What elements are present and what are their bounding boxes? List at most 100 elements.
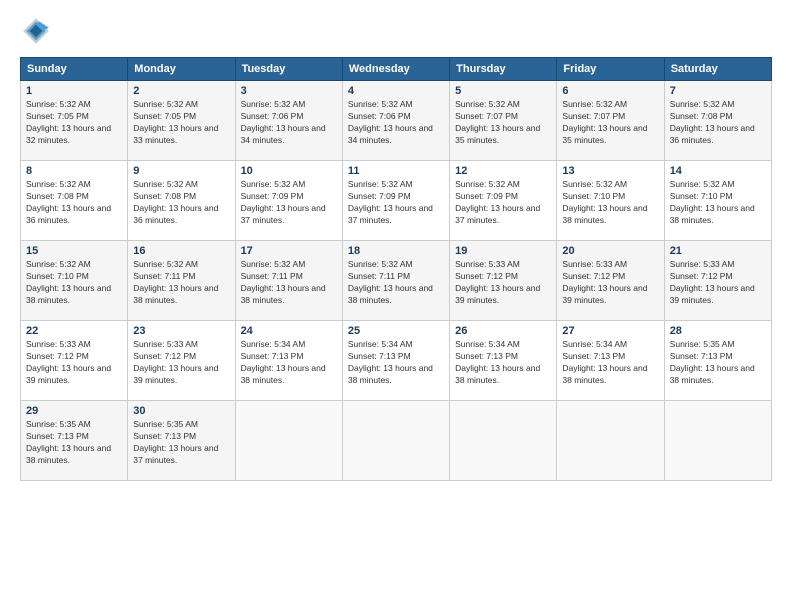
day-info: Sunrise: 5:34 AM Sunset: 7:13 PM Dayligh… (455, 339, 551, 387)
calendar-day-cell: 15 Sunrise: 5:32 AM Sunset: 7:10 PM Dayl… (21, 241, 128, 321)
day-number: 23 (133, 325, 229, 337)
calendar-header-row: SundayMondayTuesdayWednesdayThursdayFrid… (21, 58, 772, 81)
day-number: 15 (26, 245, 122, 257)
day-info: Sunrise: 5:34 AM Sunset: 7:13 PM Dayligh… (348, 339, 444, 387)
calendar-day-cell (450, 401, 557, 481)
day-number: 12 (455, 165, 551, 177)
day-info: Sunrise: 5:32 AM Sunset: 7:05 PM Dayligh… (26, 99, 122, 147)
calendar-day-cell (664, 401, 771, 481)
day-info: Sunrise: 5:32 AM Sunset: 7:08 PM Dayligh… (670, 99, 766, 147)
day-number: 13 (562, 165, 658, 177)
calendar-day-cell: 18 Sunrise: 5:32 AM Sunset: 7:11 PM Dayl… (342, 241, 449, 321)
day-info: Sunrise: 5:33 AM Sunset: 7:12 PM Dayligh… (562, 259, 658, 307)
calendar-header-cell: Saturday (664, 58, 771, 81)
calendar-week-row: 22 Sunrise: 5:33 AM Sunset: 7:12 PM Dayl… (21, 321, 772, 401)
day-info: Sunrise: 5:32 AM Sunset: 7:08 PM Dayligh… (133, 179, 229, 227)
calendar-header-cell: Tuesday (235, 58, 342, 81)
day-info: Sunrise: 5:32 AM Sunset: 7:11 PM Dayligh… (241, 259, 337, 307)
day-number: 5 (455, 85, 551, 97)
day-info: Sunrise: 5:32 AM Sunset: 7:06 PM Dayligh… (348, 99, 444, 147)
day-number: 16 (133, 245, 229, 257)
day-info: Sunrise: 5:32 AM Sunset: 7:08 PM Dayligh… (26, 179, 122, 227)
day-info: Sunrise: 5:32 AM Sunset: 7:11 PM Dayligh… (348, 259, 444, 307)
calendar-day-cell: 22 Sunrise: 5:33 AM Sunset: 7:12 PM Dayl… (21, 321, 128, 401)
calendar-table: SundayMondayTuesdayWednesdayThursdayFrid… (20, 57, 772, 481)
day-number: 9 (133, 165, 229, 177)
day-info: Sunrise: 5:32 AM Sunset: 7:07 PM Dayligh… (562, 99, 658, 147)
day-number: 27 (562, 325, 658, 337)
calendar-header-cell: Friday (557, 58, 664, 81)
day-info: Sunrise: 5:32 AM Sunset: 7:05 PM Dayligh… (133, 99, 229, 147)
day-number: 7 (670, 85, 766, 97)
day-number: 14 (670, 165, 766, 177)
day-number: 30 (133, 405, 229, 417)
calendar-day-cell: 1 Sunrise: 5:32 AM Sunset: 7:05 PM Dayli… (21, 81, 128, 161)
day-info: Sunrise: 5:32 AM Sunset: 7:11 PM Dayligh… (133, 259, 229, 307)
day-number: 22 (26, 325, 122, 337)
calendar-header-cell: Wednesday (342, 58, 449, 81)
calendar-day-cell (557, 401, 664, 481)
day-info: Sunrise: 5:33 AM Sunset: 7:12 PM Dayligh… (26, 339, 122, 387)
day-info: Sunrise: 5:34 AM Sunset: 7:13 PM Dayligh… (241, 339, 337, 387)
day-number: 29 (26, 405, 122, 417)
calendar-day-cell: 14 Sunrise: 5:32 AM Sunset: 7:10 PM Dayl… (664, 161, 771, 241)
day-number: 17 (241, 245, 337, 257)
calendar-day-cell: 9 Sunrise: 5:32 AM Sunset: 7:08 PM Dayli… (128, 161, 235, 241)
day-info: Sunrise: 5:32 AM Sunset: 7:09 PM Dayligh… (348, 179, 444, 227)
day-info: Sunrise: 5:32 AM Sunset: 7:06 PM Dayligh… (241, 99, 337, 147)
calendar-day-cell: 16 Sunrise: 5:32 AM Sunset: 7:11 PM Dayl… (128, 241, 235, 321)
header (20, 15, 772, 47)
calendar-day-cell (235, 401, 342, 481)
calendar-day-cell: 28 Sunrise: 5:35 AM Sunset: 7:13 PM Dayl… (664, 321, 771, 401)
calendar-day-cell: 27 Sunrise: 5:34 AM Sunset: 7:13 PM Dayl… (557, 321, 664, 401)
day-number: 26 (455, 325, 551, 337)
calendar-day-cell: 4 Sunrise: 5:32 AM Sunset: 7:06 PM Dayli… (342, 81, 449, 161)
calendar-day-cell: 8 Sunrise: 5:32 AM Sunset: 7:08 PM Dayli… (21, 161, 128, 241)
calendar-day-cell: 19 Sunrise: 5:33 AM Sunset: 7:12 PM Dayl… (450, 241, 557, 321)
calendar-day-cell (342, 401, 449, 481)
calendar-day-cell: 20 Sunrise: 5:33 AM Sunset: 7:12 PM Dayl… (557, 241, 664, 321)
day-number: 19 (455, 245, 551, 257)
calendar-day-cell: 25 Sunrise: 5:34 AM Sunset: 7:13 PM Dayl… (342, 321, 449, 401)
day-info: Sunrise: 5:32 AM Sunset: 7:09 PM Dayligh… (241, 179, 337, 227)
logo (20, 15, 56, 47)
day-number: 20 (562, 245, 658, 257)
calendar-body: 1 Sunrise: 5:32 AM Sunset: 7:05 PM Dayli… (21, 81, 772, 481)
calendar-day-cell: 6 Sunrise: 5:32 AM Sunset: 7:07 PM Dayli… (557, 81, 664, 161)
day-info: Sunrise: 5:32 AM Sunset: 7:10 PM Dayligh… (670, 179, 766, 227)
day-number: 24 (241, 325, 337, 337)
calendar-week-row: 1 Sunrise: 5:32 AM Sunset: 7:05 PM Dayli… (21, 81, 772, 161)
day-info: Sunrise: 5:35 AM Sunset: 7:13 PM Dayligh… (133, 419, 229, 467)
logo-icon (20, 15, 52, 47)
calendar-day-cell: 13 Sunrise: 5:32 AM Sunset: 7:10 PM Dayl… (557, 161, 664, 241)
day-info: Sunrise: 5:33 AM Sunset: 7:12 PM Dayligh… (133, 339, 229, 387)
day-number: 6 (562, 85, 658, 97)
calendar-week-row: 8 Sunrise: 5:32 AM Sunset: 7:08 PM Dayli… (21, 161, 772, 241)
day-number: 25 (348, 325, 444, 337)
day-number: 4 (348, 85, 444, 97)
day-info: Sunrise: 5:33 AM Sunset: 7:12 PM Dayligh… (455, 259, 551, 307)
day-number: 8 (26, 165, 122, 177)
day-info: Sunrise: 5:34 AM Sunset: 7:13 PM Dayligh… (562, 339, 658, 387)
day-number: 11 (348, 165, 444, 177)
day-number: 10 (241, 165, 337, 177)
calendar-week-row: 15 Sunrise: 5:32 AM Sunset: 7:10 PM Dayl… (21, 241, 772, 321)
calendar-day-cell: 3 Sunrise: 5:32 AM Sunset: 7:06 PM Dayli… (235, 81, 342, 161)
day-number: 21 (670, 245, 766, 257)
calendar-day-cell: 30 Sunrise: 5:35 AM Sunset: 7:13 PM Dayl… (128, 401, 235, 481)
day-number: 2 (133, 85, 229, 97)
day-info: Sunrise: 5:35 AM Sunset: 7:13 PM Dayligh… (26, 419, 122, 467)
day-number: 1 (26, 85, 122, 97)
day-info: Sunrise: 5:35 AM Sunset: 7:13 PM Dayligh… (670, 339, 766, 387)
calendar-header-cell: Monday (128, 58, 235, 81)
day-number: 3 (241, 85, 337, 97)
day-info: Sunrise: 5:32 AM Sunset: 7:09 PM Dayligh… (455, 179, 551, 227)
calendar-day-cell: 10 Sunrise: 5:32 AM Sunset: 7:09 PM Dayl… (235, 161, 342, 241)
calendar-day-cell: 24 Sunrise: 5:34 AM Sunset: 7:13 PM Dayl… (235, 321, 342, 401)
calendar-day-cell: 23 Sunrise: 5:33 AM Sunset: 7:12 PM Dayl… (128, 321, 235, 401)
calendar-day-cell: 2 Sunrise: 5:32 AM Sunset: 7:05 PM Dayli… (128, 81, 235, 161)
day-info: Sunrise: 5:33 AM Sunset: 7:12 PM Dayligh… (670, 259, 766, 307)
calendar-header-cell: Sunday (21, 58, 128, 81)
calendar-day-cell: 21 Sunrise: 5:33 AM Sunset: 7:12 PM Dayl… (664, 241, 771, 321)
day-number: 28 (670, 325, 766, 337)
